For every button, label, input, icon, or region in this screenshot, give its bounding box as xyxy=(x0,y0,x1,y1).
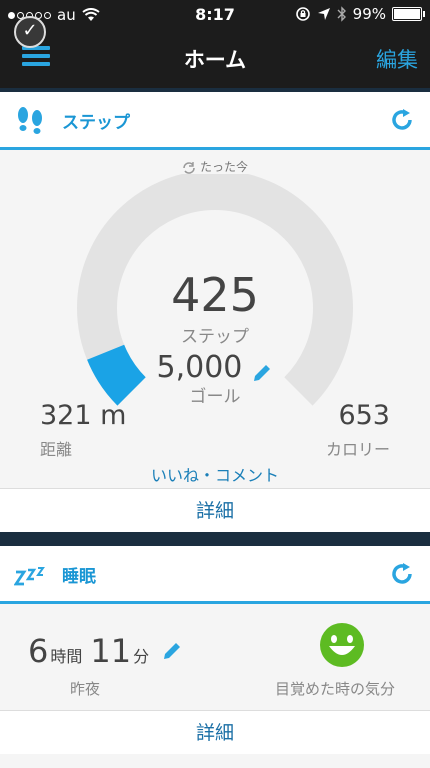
battery-icon xyxy=(392,7,425,21)
sleep-minutes-unit: 分 xyxy=(133,647,150,666)
distance-label: 距離 xyxy=(40,440,73,459)
last-updated: たった今 xyxy=(0,158,430,175)
sleep-zzz-icon xyxy=(14,567,45,586)
steps-detail-button[interactable]: 詳細 xyxy=(0,488,430,532)
goal-value: 5,000 xyxy=(156,350,243,385)
sleep-title: 睡眠 xyxy=(62,567,96,587)
sleep-duration[interactable]: 6 時間 11 分 xyxy=(28,632,183,670)
steps-card: ステップ たった今 425 ステップ 5,000 ゴール 321 m 距離 65… xyxy=(0,92,430,532)
sync-icon xyxy=(183,161,195,174)
footprints-icon xyxy=(18,107,42,134)
wake-mood-label: 目覚めた時の気分 xyxy=(275,680,396,698)
rotation-lock-icon xyxy=(295,7,310,21)
distance-value: 321 m xyxy=(40,400,127,431)
calories-label: カロリー xyxy=(325,440,390,459)
edit-button[interactable]: 編集 xyxy=(376,44,418,74)
like-comment-link[interactable]: いいね・コメント xyxy=(0,462,430,486)
sleep-card-header[interactable]: 睡眠 xyxy=(0,546,430,604)
goal-row[interactable]: 5,000 xyxy=(0,350,430,385)
sleep-body: 6 時間 11 分 昨夜 目覚めた時の気分 xyxy=(0,604,430,710)
nav-bar: ホーム 編集 xyxy=(0,32,430,88)
last-night-label: 昨夜 xyxy=(70,680,101,698)
sleep-card: 睡眠 6 時間 11 分 昨夜 目覚めた時の気分 詳細 xyxy=(0,546,430,768)
location-icon xyxy=(317,8,330,20)
sleep-detail-button[interactable]: 詳細 xyxy=(0,710,430,754)
pencil-icon[interactable] xyxy=(251,362,273,384)
status-right: 99% xyxy=(295,5,425,23)
refresh-icon[interactable] xyxy=(390,108,414,132)
steps-card-header[interactable]: ステップ xyxy=(0,92,430,150)
pencil-icon[interactable] xyxy=(161,640,183,662)
sleep-hours-unit: 時間 xyxy=(50,647,83,666)
happy-face-icon[interactable] xyxy=(319,622,365,668)
step-count-label: ステップ xyxy=(181,327,249,347)
steps-body: たった今 425 ステップ 5,000 ゴール 321 m 距離 653 カロリ… xyxy=(0,150,430,488)
status-bar: au 8:17 99% xyxy=(0,0,430,32)
checkmark-icon: ✓ xyxy=(14,16,46,48)
bluetooth-icon xyxy=(337,6,346,22)
sleep-hours: 6 xyxy=(28,632,49,670)
calories-value: 653 xyxy=(338,400,390,431)
step-count: 425 xyxy=(171,268,259,322)
refresh-icon[interactable] xyxy=(390,562,414,586)
steps-title: ステップ xyxy=(62,113,130,133)
battery-percent: 99% xyxy=(352,5,386,23)
last-updated-text: たった今 xyxy=(199,160,248,174)
sleep-minutes: 11 xyxy=(90,632,132,670)
page-title: ホーム xyxy=(183,48,247,72)
